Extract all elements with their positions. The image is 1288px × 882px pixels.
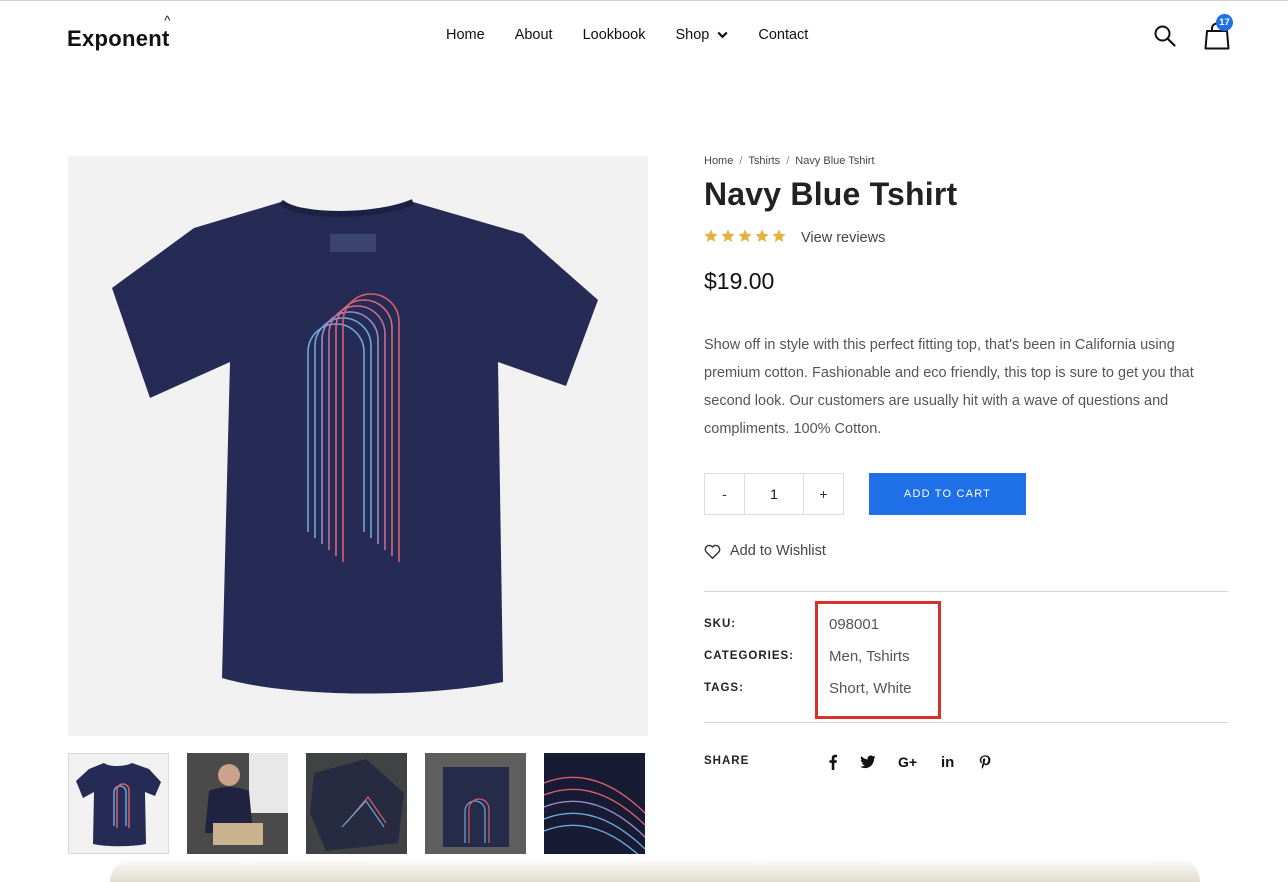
twitter-icon[interactable] bbox=[860, 752, 876, 772]
view-reviews-link[interactable]: View reviews bbox=[801, 230, 885, 246]
brand-mark: ^ bbox=[164, 13, 171, 28]
thumbnail-strip bbox=[68, 753, 663, 854]
brand-logo[interactable]: Exponent ^ bbox=[67, 13, 170, 52]
star-icon bbox=[704, 229, 718, 242]
thumbnail-image[interactable] bbox=[425, 753, 526, 854]
heart-icon bbox=[704, 544, 721, 559]
star-icon bbox=[755, 229, 769, 242]
star-icon bbox=[772, 229, 786, 242]
nav-item-home[interactable]: Home bbox=[446, 27, 485, 43]
thumbnail-image[interactable] bbox=[187, 753, 288, 854]
breadcrumb-current: Navy Blue Tshirt bbox=[795, 155, 875, 167]
add-to-cart-button[interactable]: ADD TO CART bbox=[869, 473, 1026, 515]
star-icon bbox=[721, 229, 735, 242]
breadcrumb-separator: / bbox=[786, 155, 790, 167]
quantity-stepper: - 1 + bbox=[704, 473, 844, 515]
chevron-down-icon bbox=[717, 27, 728, 43]
facebook-icon[interactable] bbox=[828, 752, 838, 772]
top-border bbox=[0, 0, 1288, 1]
categories-label: CATEGORIES: bbox=[704, 650, 795, 662]
sku-label: SKU: bbox=[704, 618, 737, 630]
google-plus-icon[interactable]: G+ bbox=[898, 752, 917, 772]
main-nav: Home About Lookbook Shop Contact bbox=[446, 27, 808, 43]
divider bbox=[704, 722, 1228, 723]
product-price: $19.00 bbox=[704, 268, 775, 294]
wishlist-label: Add to Wishlist bbox=[730, 543, 826, 559]
divider bbox=[704, 591, 1228, 592]
product-title: Navy Blue Tshirt bbox=[704, 176, 958, 212]
star-icon bbox=[738, 229, 752, 242]
cart-count-badge: 17 bbox=[1216, 14, 1233, 31]
breadcrumb-tshirts[interactable]: Tshirts bbox=[748, 155, 780, 167]
quantity-input[interactable]: 1 bbox=[744, 474, 804, 514]
nav-item-contact[interactable]: Contact bbox=[758, 27, 808, 43]
thumbnail-image[interactable] bbox=[68, 753, 169, 854]
highlight-box bbox=[815, 601, 941, 719]
rating-stars bbox=[703, 228, 788, 244]
thumbnail-image[interactable] bbox=[544, 753, 645, 854]
brand-name: Exponent bbox=[67, 26, 170, 51]
thumbnail-image[interactable] bbox=[306, 753, 407, 854]
breadcrumb-separator: / bbox=[739, 155, 743, 167]
breadcrumb-home[interactable]: Home bbox=[704, 155, 733, 167]
add-to-wishlist-link[interactable]: Add to Wishlist bbox=[704, 543, 826, 559]
nav-item-shop-label: Shop bbox=[675, 27, 710, 43]
quantity-decrease-button[interactable]: - bbox=[705, 474, 744, 514]
overlay-edge bbox=[110, 858, 1200, 882]
nav-item-about[interactable]: About bbox=[515, 27, 553, 43]
tags-label: TAGS: bbox=[704, 682, 744, 694]
main-product-image[interactable] bbox=[68, 156, 648, 736]
linkedin-icon[interactable]: in bbox=[941, 752, 954, 772]
breadcrumb: Home / Tshirts / Navy Blue Tshirt bbox=[704, 155, 875, 167]
product-description: Show off in style with this perfect fitt… bbox=[704, 337, 1194, 437]
nav-item-shop[interactable]: Shop bbox=[675, 27, 728, 43]
nav-item-lookbook[interactable]: Lookbook bbox=[583, 27, 646, 43]
quantity-increase-button[interactable]: + bbox=[804, 474, 843, 514]
pinterest-icon[interactable] bbox=[979, 752, 991, 772]
share-label: SHARE bbox=[704, 755, 750, 767]
search-icon[interactable] bbox=[1153, 24, 1177, 48]
